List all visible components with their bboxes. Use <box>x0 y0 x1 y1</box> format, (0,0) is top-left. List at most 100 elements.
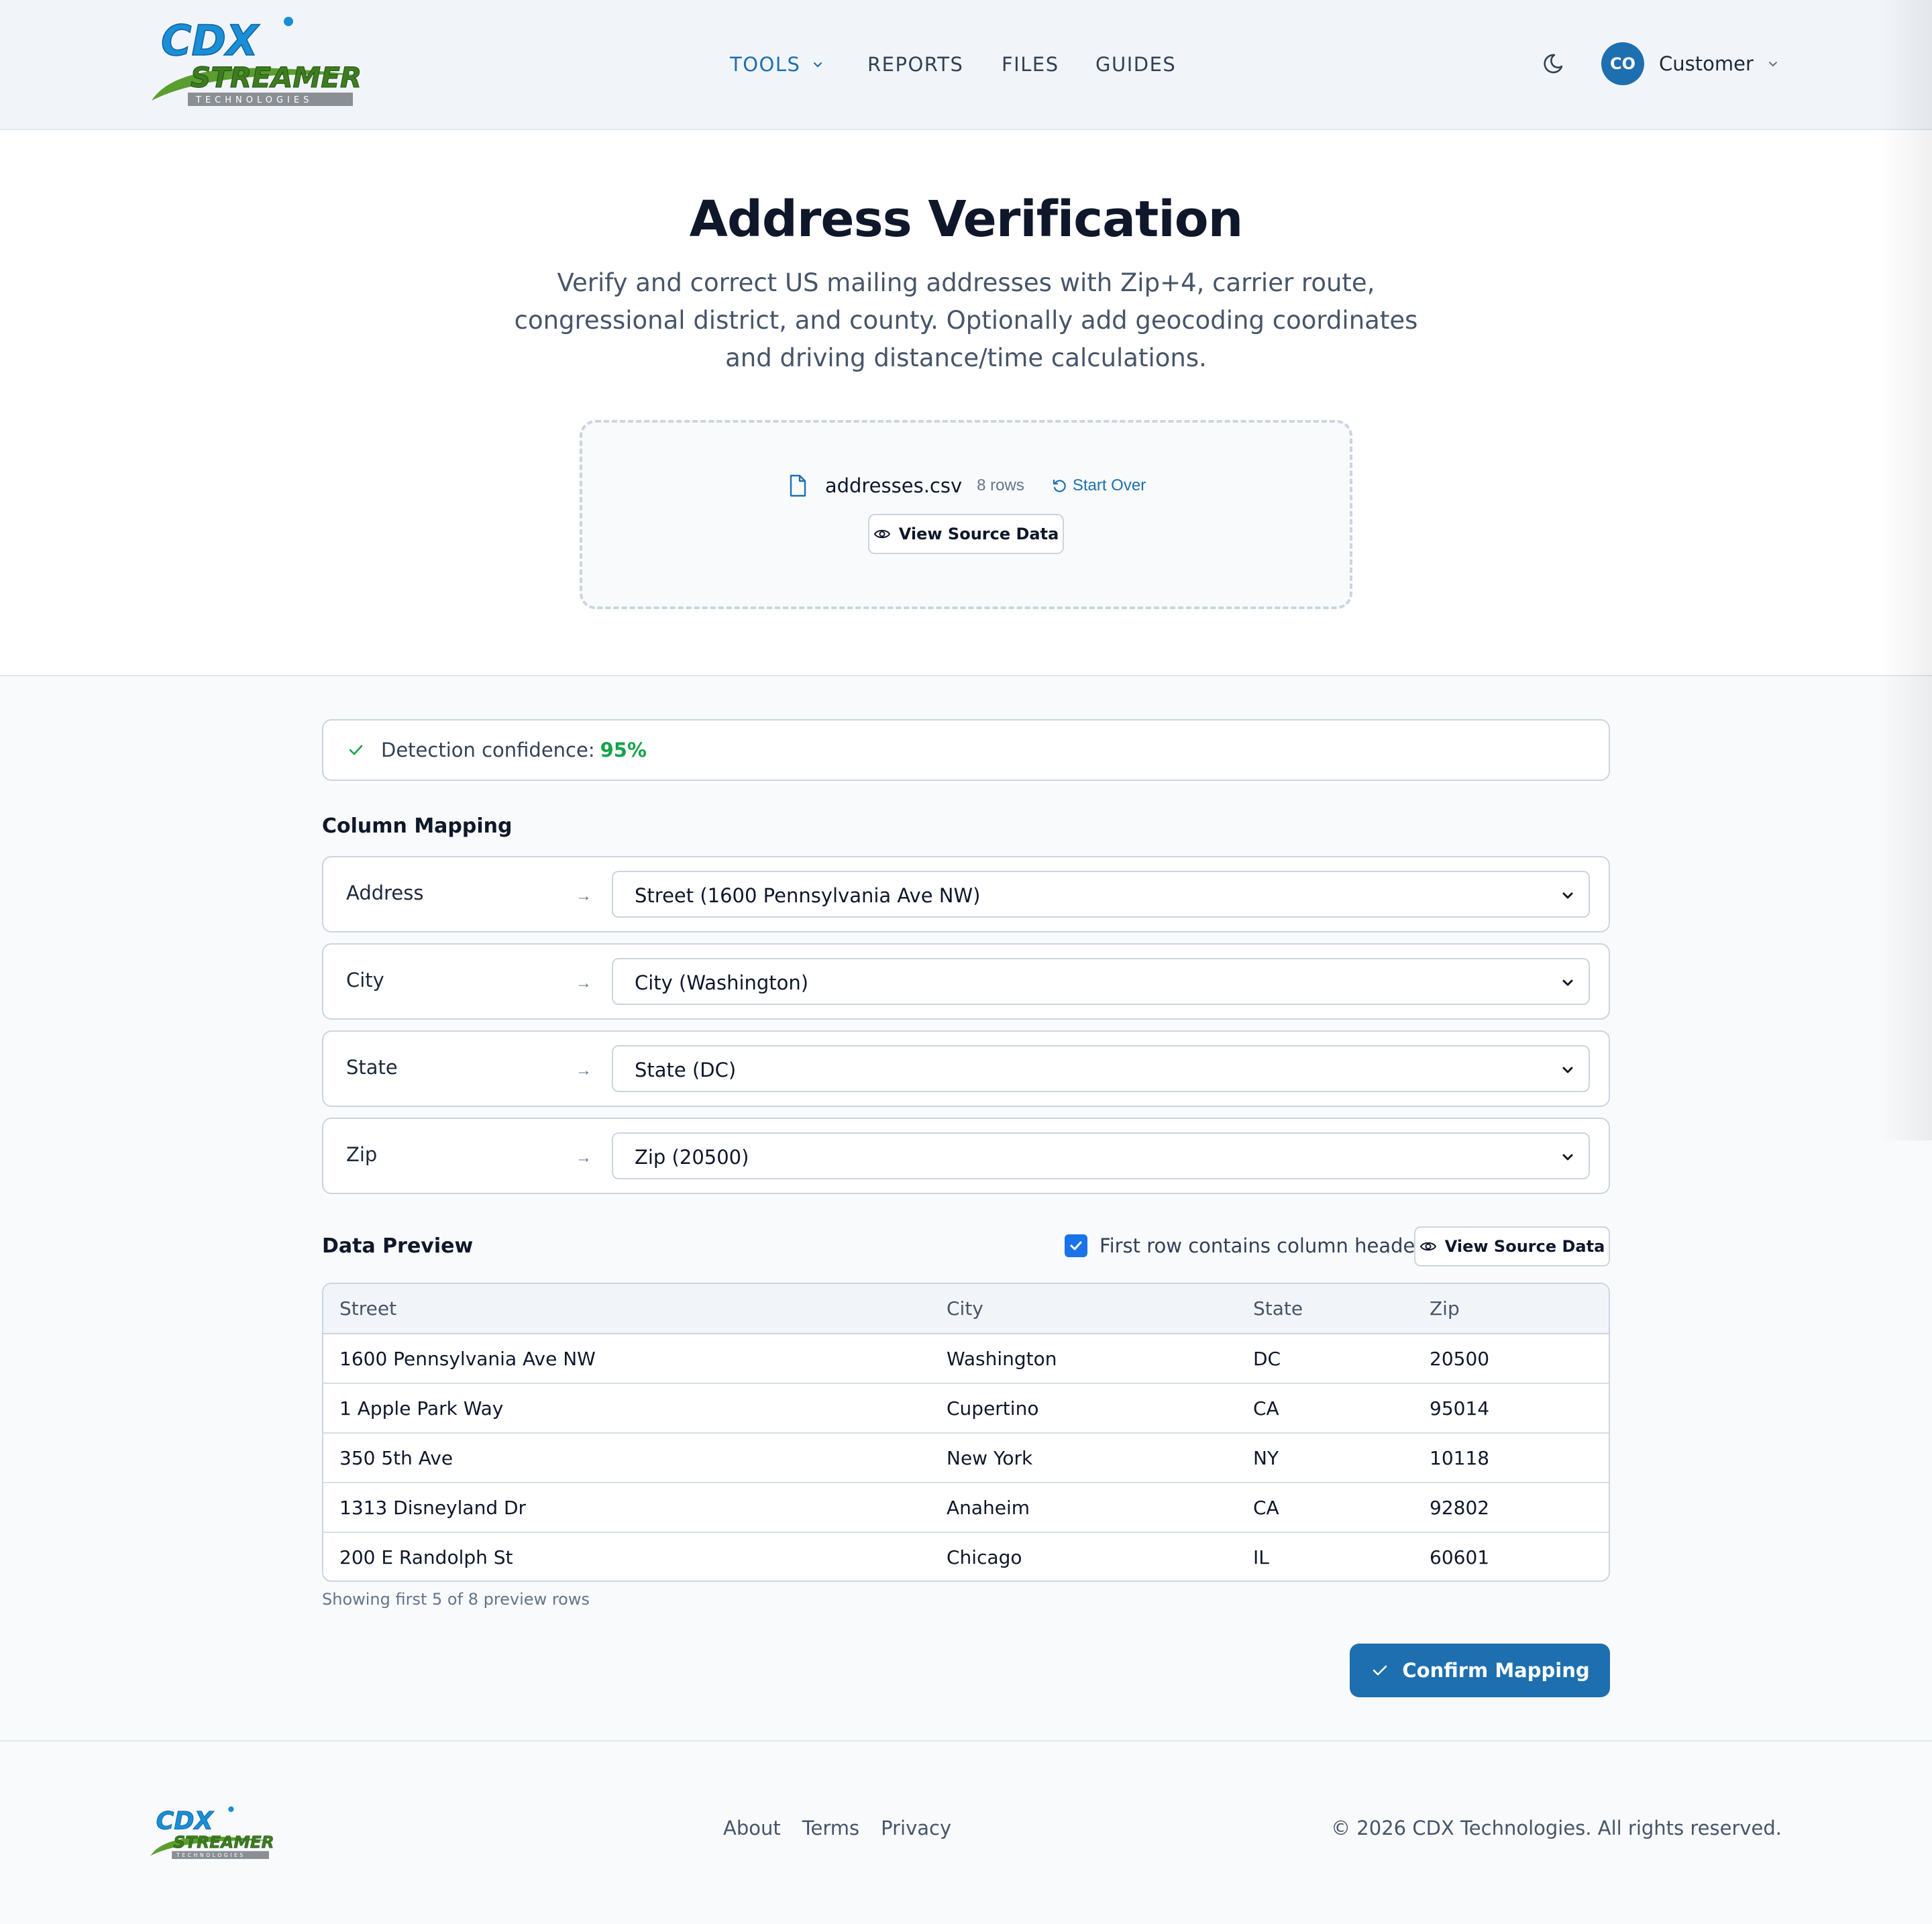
svg-text:TECHNOLOGIES: TECHNOLOGIES <box>195 95 313 105</box>
select-value: City (Washington) <box>635 971 809 994</box>
arrow-right-icon: → <box>576 887 592 905</box>
file-icon <box>790 474 806 497</box>
copyright-text: © 2026 CDX Technologies. All rights rese… <box>1331 1817 1782 1839</box>
nav-tools-label: TOOLS <box>730 53 801 76</box>
table-cell: NY <box>1237 1433 1413 1483</box>
table-cell: 92802 <box>1413 1483 1609 1533</box>
column-header: State <box>1237 1284 1413 1334</box>
zip-column-select[interactable]: Zip (20500) <box>612 1132 1590 1179</box>
top-header: CDX STREAMER TECHNOLOGIES TOOLS REPORTS … <box>0 0 1932 130</box>
column-header: City <box>930 1284 1237 1334</box>
data-preview-table: Street City State Zip 1600 Pennsylvania … <box>322 1283 1610 1582</box>
table-cell: Cupertino <box>930 1383 1237 1434</box>
file-dropzone[interactable]: addresses.csv 8 rows Start Over View Sou… <box>580 420 1352 609</box>
address-column-select[interactable]: Street (1600 Pennsylvania Ave NW) <box>612 871 1590 918</box>
table-header-row: Street City State Zip <box>323 1284 1609 1334</box>
eye-icon <box>873 529 890 539</box>
chevron-down-icon <box>1562 1154 1573 1161</box>
avatar: CO <box>1601 42 1644 85</box>
hero-section: Address Verification Verify and correct … <box>0 130 1932 676</box>
svg-text:STREAMER: STREAMER <box>173 1833 274 1852</box>
mapping-field-label: City <box>346 969 384 992</box>
table-row: 200 E Randolph St Chicago IL 60601 <box>323 1532 1609 1581</box>
checkbox-label: First row contains column headers <box>1099 1234 1434 1257</box>
column-mapping-title: Column Mapping <box>322 814 513 838</box>
select-value: Street (1600 Pennsylvania Ave NW) <box>635 884 981 907</box>
checkbox-checked[interactable] <box>1065 1234 1087 1257</box>
preview-row-note: Showing first 5 of 8 preview rows <box>322 1590 590 1609</box>
table-row: 1313 Disneyland Dr Anaheim CA 92802 <box>323 1483 1609 1533</box>
table-cell: 95014 <box>1413 1383 1609 1434</box>
table-cell: IL <box>1253 1546 1269 1568</box>
main-nav: TOOLS REPORTS FILES GUIDES <box>730 47 1196 82</box>
table-cell: 20500 <box>1413 1334 1609 1384</box>
column-header: Street <box>323 1284 930 1334</box>
mapping-field-label: Zip <box>346 1143 378 1166</box>
user-menu[interactable]: CO Customer <box>1601 42 1780 85</box>
nav-reports[interactable]: REPORTS <box>867 47 1002 82</box>
arrow-right-icon: → <box>576 1061 592 1079</box>
detection-confidence-banner: Detection confidence: 95% <box>322 719 1610 781</box>
table-cell: Chicago <box>947 1546 1022 1568</box>
svg-text:STREAMER: STREAMER <box>191 61 361 94</box>
nav-guides[interactable]: GUIDES <box>1095 47 1196 82</box>
start-over-label: Start Over <box>1072 476 1146 494</box>
check-icon <box>349 745 363 755</box>
view-source-label: View Source Data <box>1444 1237 1605 1256</box>
table-row: 1600 Pennsylvania Ave NW Washington DC 2… <box>323 1334 1609 1384</box>
refresh-icon <box>1053 479 1066 492</box>
file-name: addresses.csv <box>824 474 963 497</box>
file-info: addresses.csv 8 rows Start Over <box>582 474 1350 498</box>
table-cell: 60601 <box>1430 1546 1490 1568</box>
arrow-right-icon: → <box>576 1148 592 1167</box>
table-cell: 1313 Disneyland Dr <box>323 1483 930 1533</box>
eye-icon <box>1419 1242 1436 1251</box>
confidence-label: Detection confidence: <box>381 739 595 761</box>
chevron-down-icon <box>1562 979 1573 986</box>
confidence-value: 95% <box>600 739 647 761</box>
table-cell: DC <box>1237 1334 1413 1384</box>
table-cell: New York <box>930 1433 1237 1483</box>
city-column-select[interactable]: City (Washington) <box>612 958 1590 1005</box>
footer-link-about[interactable]: About <box>723 1817 781 1839</box>
mapping-field-label: State <box>346 1056 398 1079</box>
footer-logo[interactable]: CDX STREAMER TECHNOLOGIES <box>149 1806 274 1862</box>
cdx-streamer-logo[interactable]: CDX STREAMER TECHNOLOGIES <box>149 15 362 111</box>
state-column-select[interactable]: State (DC) <box>612 1045 1590 1092</box>
mapping-field-label: Address <box>346 881 424 904</box>
table-cell: 200 E Randolph St <box>339 1546 513 1568</box>
table-cell: CA <box>1237 1383 1413 1434</box>
mapping-row-zip: Zip → Zip (20500) <box>322 1118 1610 1194</box>
svg-text:CDX: CDX <box>156 1806 215 1835</box>
svg-text:CDX: CDX <box>161 16 260 65</box>
start-over-button[interactable]: Start Over <box>1051 476 1146 495</box>
check-icon <box>1373 1665 1387 1676</box>
mapping-row-state: State → State (DC) <box>322 1030 1610 1107</box>
confirm-mapping-button[interactable]: Confirm Mapping <box>1350 1644 1610 1697</box>
check-icon <box>1070 1241 1082 1250</box>
view-source-data-button[interactable]: View Source Data <box>868 514 1064 554</box>
table-row: 350 5th Ave New York NY 10118 <box>323 1433 1609 1483</box>
select-value: Zip (20500) <box>635 1146 749 1169</box>
file-row-count: 8 rows <box>977 476 1024 494</box>
nav-files[interactable]: FILES <box>1002 47 1095 82</box>
footer-link-privacy[interactable]: Privacy <box>881 1817 951 1839</box>
nav-tools[interactable]: TOOLS <box>730 47 867 82</box>
page-footer: CDX STREAMER TECHNOLOGIES About Terms Pr… <box>0 1740 1932 1924</box>
page-title: Address Verification <box>689 191 1244 248</box>
chevron-down-icon <box>814 62 822 68</box>
confirm-mapping-label: Confirm Mapping <box>1402 1659 1590 1682</box>
table-cell: 350 5th Ave <box>323 1433 930 1483</box>
view-source-label: View Source Data <box>898 525 1059 543</box>
chevron-down-icon <box>1562 892 1573 899</box>
moon-icon[interactable] <box>1542 48 1571 78</box>
table-row: 1 Apple Park Way Cupertino CA 95014 <box>323 1383 1609 1434</box>
footer-link-terms[interactable]: Terms <box>802 1817 859 1839</box>
table-cell: CA <box>1237 1483 1413 1533</box>
svg-text:TECHNOLOGIES: TECHNOLOGIES <box>176 1852 246 1858</box>
mapping-row-city: City → City (Washington) <box>322 943 1610 1020</box>
table-cell: 1600 Pennsylvania Ave NW <box>323 1334 930 1384</box>
first-row-headers-checkbox[interactable]: First row contains column headers <box>1065 1234 1433 1257</box>
view-source-data-button[interactable]: View Source Data <box>1414 1226 1610 1267</box>
data-preview-title: Data Preview <box>322 1234 474 1258</box>
